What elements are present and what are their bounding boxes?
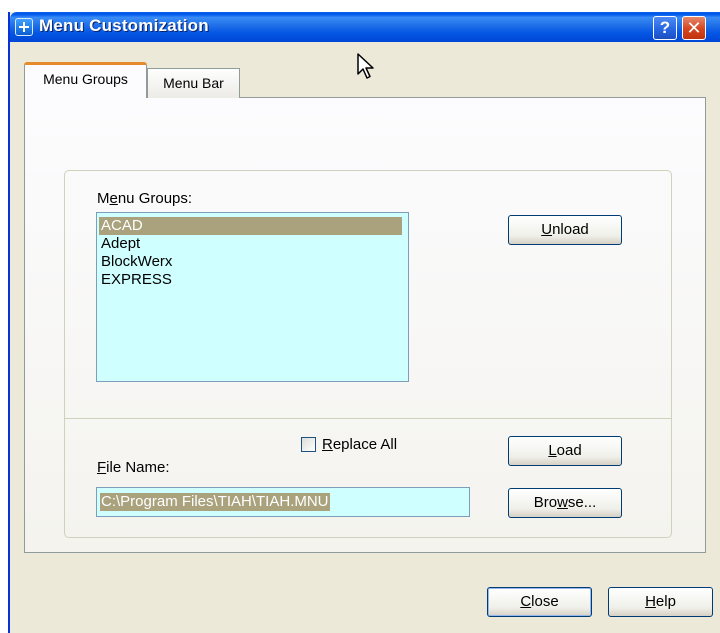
question-icon: ? — [659, 18, 671, 37]
load-button[interactable]: Load — [508, 436, 622, 466]
close-icon: ✕ — [686, 18, 702, 38]
window-title: Menu Customization — [39, 16, 209, 35]
help-button[interactable]: Help — [608, 587, 713, 617]
menu-groups-label: Menu Groups: — [97, 190, 193, 207]
menu-groups-list[interactable]: ACAD Adept BlockWerx EXPRESS — [96, 212, 409, 382]
unload-button[interactable]: Unload — [508, 215, 622, 245]
section-divider — [64, 418, 672, 419]
list-item[interactable]: Adept — [99, 235, 140, 253]
mouse-pointer-icon — [357, 53, 374, 79]
replace-all-label[interactable]: Replace All — [322, 436, 397, 453]
list-item[interactable]: ACAD — [99, 217, 402, 235]
file-name-value: C:\Program Files\TIAH\TIAH.MNU — [100, 493, 330, 511]
tab-menu-bar[interactable]: Menu Bar — [147, 68, 240, 98]
menu-app-icon[interactable] — [15, 18, 33, 36]
close-button[interactable]: Close — [487, 587, 592, 617]
file-name-field[interactable]: C:\Program Files\TIAH\TIAH.MNU — [96, 487, 470, 517]
title-bar[interactable]: Menu Customization ? ✕ — [10, 12, 720, 42]
browse-button[interactable]: Browse... — [508, 488, 622, 518]
replace-all-checkbox[interactable] — [301, 437, 316, 452]
tab-menu-groups[interactable]: Menu Groups — [24, 62, 147, 98]
title-close-button[interactable]: ✕ — [682, 16, 706, 40]
title-help-button[interactable]: ? — [653, 16, 677, 40]
file-name-label: File Name: — [97, 459, 170, 476]
list-item[interactable]: BlockWerx — [99, 253, 172, 271]
list-item[interactable]: EXPRESS — [99, 271, 172, 289]
